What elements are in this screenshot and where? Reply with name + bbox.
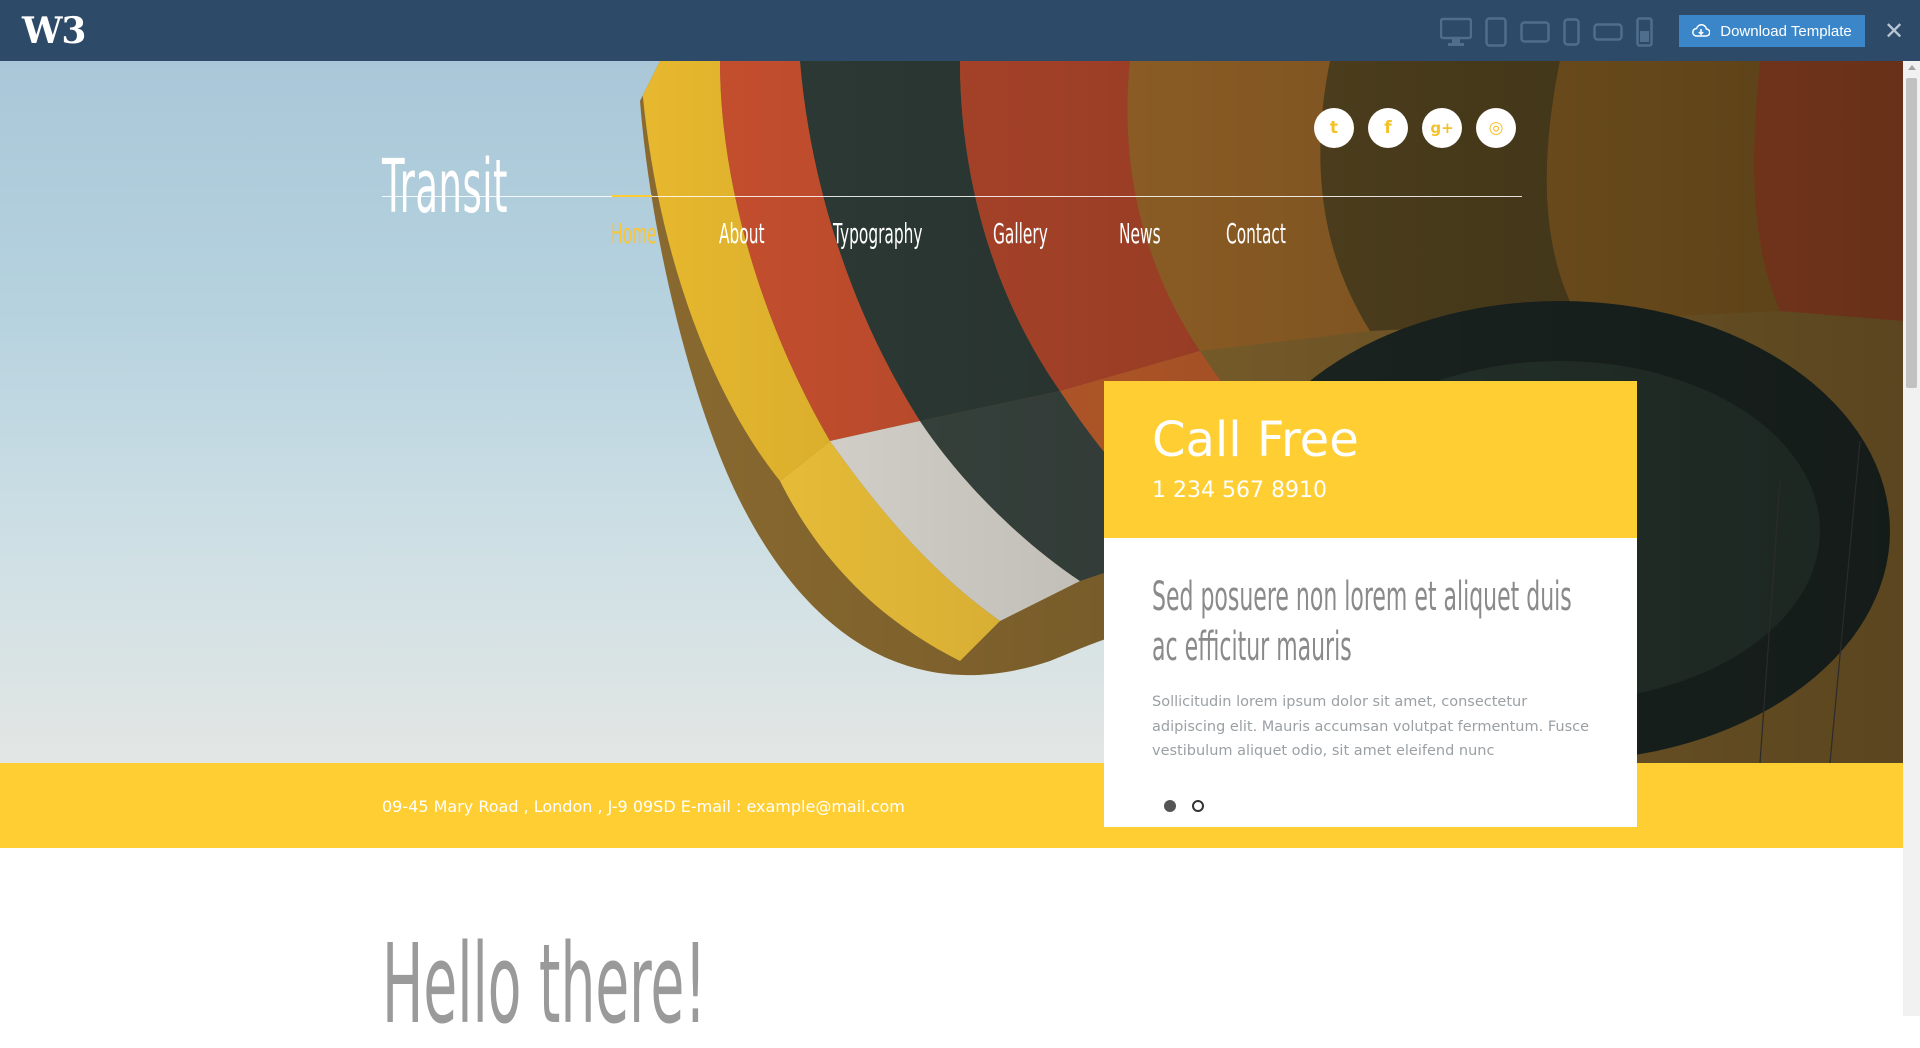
call-phone-number: 1 234 567 8910	[1152, 478, 1327, 503]
nav-news[interactable]: News	[1119, 217, 1161, 250]
phone-portrait-icon[interactable]	[1563, 18, 1580, 46]
w3-logo[interactable]: W3	[22, 10, 86, 52]
nav-about[interactable]: About	[719, 217, 765, 250]
preview-toolbar: W3 Download Template ✕	[0, 0, 1920, 61]
scrollbar-thumb[interactable]	[1906, 78, 1917, 388]
google-plus-icon[interactable]: g+	[1422, 108, 1462, 148]
twitter-icon[interactable]: t	[1314, 108, 1354, 148]
tablet-landscape-icon[interactable]	[1520, 21, 1550, 43]
download-template-button[interactable]: Download Template	[1679, 15, 1865, 47]
nav-typography[interactable]: Typography	[833, 217, 923, 250]
desktop-icon[interactable]	[1440, 17, 1472, 47]
nav-contact[interactable]: Contact	[1226, 217, 1286, 250]
small-phone-icon[interactable]	[1636, 17, 1653, 47]
card-heading: Sed posuere non lorem et aliquet duis ac…	[1152, 574, 1572, 670]
tablet-portrait-icon[interactable]	[1485, 17, 1507, 47]
site-logo[interactable]: Transit	[382, 144, 508, 230]
close-icon[interactable]: ✕	[1884, 19, 1904, 43]
nav-gallery[interactable]: Gallery	[993, 217, 1048, 250]
address-text: 09-45 Mary Road , London , J-9 09SD E-ma…	[382, 797, 905, 816]
slider-dot-1[interactable]	[1164, 800, 1176, 812]
cloud-download-icon	[1692, 24, 1711, 37]
dribbble-icon[interactable]: ◎	[1476, 108, 1516, 148]
facebook-icon[interactable]: f	[1368, 108, 1408, 148]
nav-home[interactable]: Home	[611, 217, 656, 250]
nav-divider	[382, 196, 1522, 197]
download-template-label: Download Template	[1720, 22, 1852, 40]
device-switcher	[1440, 16, 1666, 48]
scroll-up-arrow-icon[interactable]	[1908, 65, 1916, 70]
slider-dot-2[interactable]	[1192, 800, 1204, 812]
nav-active-indicator	[612, 195, 652, 197]
card-description: Sollicitudin lorem ipsum dolor sit amet,…	[1152, 694, 1590, 759]
phone-landscape-icon[interactable]	[1593, 23, 1623, 41]
call-free-title: Call Free	[1152, 412, 1359, 468]
hello-heading: Hello there!	[382, 920, 707, 1048]
